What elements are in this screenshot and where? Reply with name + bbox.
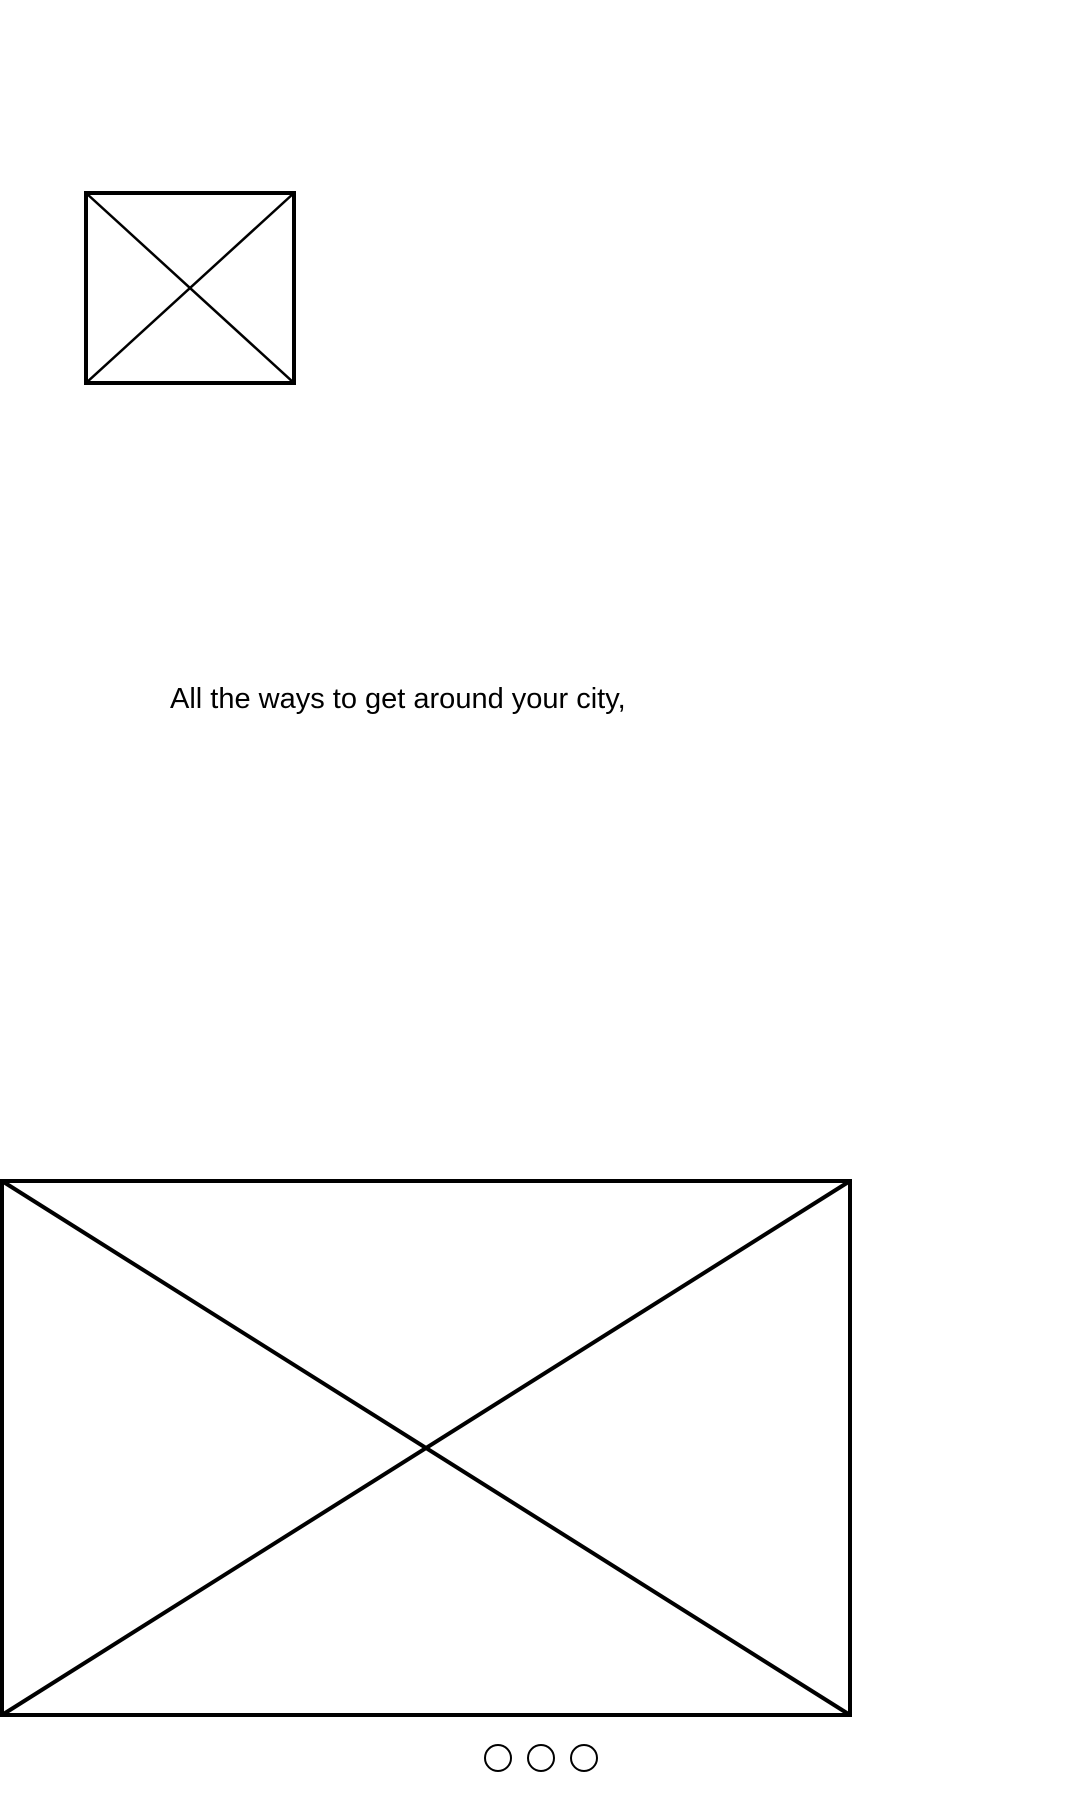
pager-dot-3[interactable] [570, 1744, 598, 1772]
pager-dot-2[interactable] [527, 1744, 555, 1772]
pager-dot-1[interactable] [484, 1744, 512, 1772]
hero-image-placeholder [0, 1179, 852, 1717]
image-placeholder-icon [84, 191, 296, 385]
logo-image-placeholder [84, 191, 296, 385]
onboarding-tagline: All the ways to get around your city, [170, 683, 626, 715]
image-placeholder-icon [0, 1179, 852, 1717]
carousel-pager [484, 1744, 598, 1772]
